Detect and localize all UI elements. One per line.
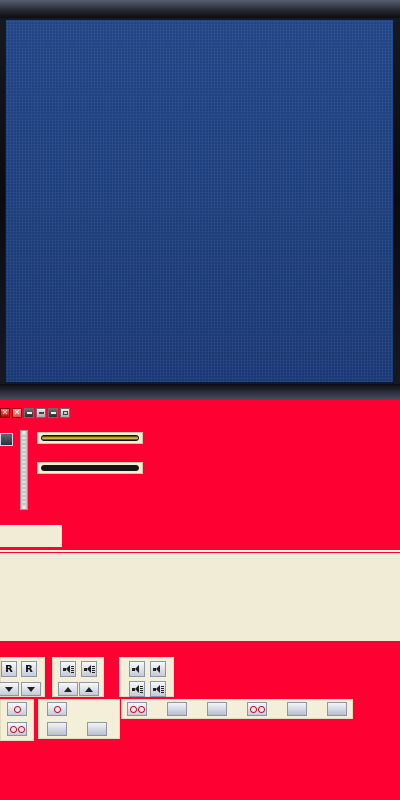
- up-arrow-button-1[interactable]: [58, 682, 78, 696]
- preview-screen[interactable]: [5, 19, 394, 383]
- up-arrow-button-2[interactable]: [79, 682, 99, 696]
- output-blank-button-1[interactable]: [167, 702, 187, 716]
- mono-button[interactable]: [7, 702, 27, 716]
- content-panel: [0, 553, 400, 641]
- blank-button-2[interactable]: [87, 722, 107, 736]
- vertical-slider[interactable]: [20, 430, 28, 510]
- record-dot-icon: [13, 705, 21, 713]
- stereo-output-button-2[interactable]: [247, 702, 267, 716]
- stereo-dots-icon: [9, 725, 25, 733]
- speaker-icon: [84, 664, 95, 674]
- small-panel: [0, 525, 62, 547]
- monitor-bezel-bottom: [0, 384, 400, 400]
- output-toolbar: [121, 699, 353, 719]
- blank-button-1[interactable]: [47, 722, 67, 736]
- window-icon-strip: ✕ ✕: [0, 408, 70, 420]
- black-progress-bar[interactable]: [37, 462, 143, 474]
- right-channel-loud-button[interactable]: [150, 681, 166, 697]
- chevron-up-icon: [64, 686, 72, 692]
- gold-progress-bar[interactable]: [37, 432, 143, 444]
- left-channel-loud-button[interactable]: [129, 681, 145, 697]
- record-cluster: R R: [0, 657, 45, 697]
- record-button-1[interactable]: R: [1, 661, 17, 677]
- panel-divider: [0, 550, 400, 552]
- restore-icon[interactable]: [36, 408, 46, 418]
- down-arrow-button-2[interactable]: [21, 682, 41, 696]
- right-channel-button[interactable]: [150, 661, 166, 677]
- record-button-2[interactable]: R: [21, 661, 37, 677]
- stereo-output-button-1[interactable]: [127, 702, 147, 716]
- volume-button-1[interactable]: [60, 661, 76, 677]
- speaker-loud-icon: [153, 684, 164, 694]
- audio-channel-cluster: [119, 657, 174, 697]
- stereo-dots-icon: [249, 705, 265, 713]
- volume-button-2[interactable]: [81, 661, 97, 677]
- input-cluster: [38, 699, 120, 739]
- down-arrow-button-1[interactable]: [0, 682, 19, 696]
- chevron-up-icon: [85, 686, 93, 692]
- stereo-button[interactable]: [7, 722, 27, 736]
- chevron-down-icon: [5, 686, 13, 692]
- volume-cluster: [52, 657, 104, 697]
- gold-progress-track: [41, 435, 139, 441]
- speaker-icon: [63, 664, 74, 674]
- left-channel-button[interactable]: [129, 661, 145, 677]
- input-record-button[interactable]: [47, 702, 67, 716]
- chevron-down-icon: [27, 686, 35, 692]
- color-swatch[interactable]: [0, 433, 13, 446]
- preview-monitor: [0, 0, 400, 400]
- close-icon[interactable]: ✕: [0, 408, 10, 418]
- minimize-icon[interactable]: [24, 408, 34, 418]
- output-blank-button-3[interactable]: [287, 702, 307, 716]
- speaker-loud-icon: [132, 684, 143, 694]
- close-alt-icon[interactable]: ✕: [12, 408, 22, 418]
- mono-cluster: [0, 699, 34, 741]
- record-dot-icon: [53, 705, 61, 713]
- monitor-bezel-top: [0, 0, 400, 18]
- black-progress-track: [41, 465, 139, 471]
- maximize-icon[interactable]: [48, 408, 58, 418]
- speaker-icon: [153, 664, 163, 674]
- stereo-dots-icon: [129, 705, 145, 713]
- speaker-icon: [132, 664, 142, 674]
- output-blank-button-4[interactable]: [327, 702, 347, 716]
- output-blank-button-2[interactable]: [207, 702, 227, 716]
- window-icon[interactable]: [60, 408, 70, 418]
